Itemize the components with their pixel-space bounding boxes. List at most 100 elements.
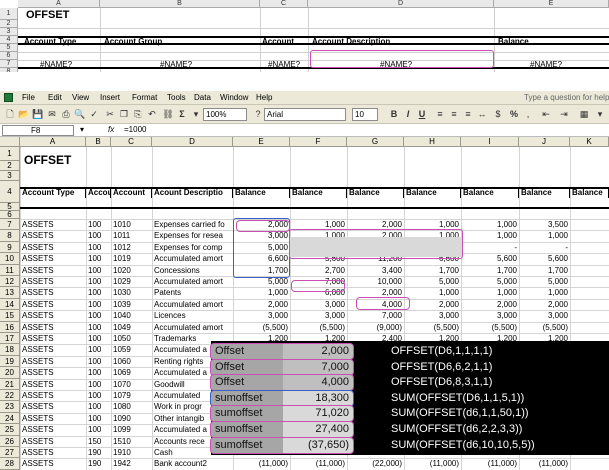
row-header-6[interactable]: 6 [0,211,20,219]
top-error-a[interactable]: #NAME? [40,60,72,69]
col-header-e[interactable]: E [233,137,290,147]
col-header-c[interactable]: C [111,137,152,147]
table-cell[interactable]: ASSETS [20,459,86,469]
menu-format[interactable]: Format [132,93,157,102]
table-cell[interactable]: Bank account2 [152,459,233,469]
row-header-7[interactable]: 7 [0,219,20,231]
dropdown-arrow-icon[interactable]: ▾ [190,108,202,120]
table-cell[interactable]: 3,000 [233,311,290,321]
row-header-23[interactable]: 23 [0,401,20,413]
menu-view[interactable]: View [72,93,89,102]
comma-style-icon[interactable]: , [522,108,534,120]
row-header-21[interactable]: 21 [0,378,20,390]
print-preview-icon[interactable]: 🔍 [74,108,86,120]
dropdown-arrow-icon[interactable]: ▾ [594,108,606,120]
row-header-13[interactable]: 13 [0,287,20,299]
table-cell[interactable]: (11,000) [233,459,290,469]
table-cell[interactable]: 3,000 [519,311,570,321]
table-cell[interactable]: 1,700 [404,266,461,276]
table-cell[interactable]: 3,000 [290,300,347,310]
table-cell[interactable]: 1,000 [404,288,461,298]
col-header-j[interactable]: J [519,137,570,147]
table-cell[interactable]: 100 [86,391,111,401]
row-header-1[interactable]: 1 [0,8,18,20]
row-header-18[interactable]: 18 [0,344,20,356]
col-header-f[interactable]: F [290,137,347,147]
col-header-k[interactable]: K [570,137,609,147]
table-cell[interactable]: ASSETS [20,380,86,390]
table-cell[interactable]: Patents [152,288,233,298]
table-cell[interactable]: 2,000 [233,300,290,310]
merge-center-icon[interactable]: ↔ [476,108,488,120]
table-cell[interactable]: 3,500 [519,220,570,230]
cut-icon[interactable]: ✂ [104,108,116,120]
row-header-22[interactable]: 22 [0,390,20,402]
italic-button[interactable]: I [402,108,414,120]
decrease-indent-icon[interactable]: ⇤ [540,108,552,120]
table-cell[interactable]: 2,000 [404,300,461,310]
menu-data[interactable]: Data [194,93,211,102]
table-cell[interactable]: 1040 [111,311,152,321]
hyperlink-icon[interactable]: ⛓ [162,108,174,120]
row-header-28[interactable]: 28 [0,458,20,470]
table-cell[interactable]: 1,000 [461,220,519,230]
row-header-3[interactable]: 3 [0,28,18,36]
table-cell[interactable]: Expenses for resea [152,231,233,241]
table-cell[interactable]: 1069 [111,368,152,378]
table-cell[interactable]: ASSETS [20,334,86,344]
row-header-11[interactable]: 11 [0,264,20,276]
table-cell[interactable]: (5,500) [290,323,347,333]
table-cell[interactable]: 1,700 [461,266,519,276]
table-cell[interactable]: 1011 [111,231,152,241]
table-cell[interactable]: Accumulated amort [152,254,233,264]
menu-insert[interactable]: Insert [100,93,120,102]
table-cell[interactable]: ASSETS [20,323,86,333]
table-cell[interactable]: 5,000 [404,277,461,287]
borders-icon[interactable]: ▦ [578,108,590,120]
menu-help[interactable]: Help [256,93,272,102]
table-cell[interactable]: 100 [86,243,111,253]
header-cell[interactable]: Account Type [20,188,86,198]
row-header-3[interactable]: 3 [0,171,20,181]
table-cell[interactable]: 3,000 [404,311,461,321]
table-cell[interactable]: 150 [86,437,111,447]
table-cell[interactable]: ASSETS [20,311,86,321]
header-cell[interactable]: Balance [233,188,290,198]
row-header-24[interactable]: 24 [0,412,20,425]
print-icon[interactable]: ⎙ [60,108,72,120]
row-header-10[interactable]: 10 [0,253,20,265]
table-cell[interactable]: 100 [86,414,111,424]
table-cell[interactable]: 1,000 [519,231,570,241]
row-header-8[interactable]: 8 [0,230,20,242]
table-cell[interactable]: 2,000 [519,300,570,310]
table-cell[interactable]: 1070 [111,380,152,390]
table-cell[interactable]: 100 [86,323,111,333]
menu-edit[interactable]: Edit [48,93,62,102]
table-cell[interactable]: 3,000 [290,311,347,321]
table-cell[interactable]: ASSETS [20,345,86,355]
formula-input[interactable]: =1000 [124,125,146,134]
table-cell[interactable]: 1,700 [519,266,570,276]
copy-icon[interactable]: ❐ [118,108,130,120]
table-cell[interactable]: (5,500) [519,323,570,333]
table-cell[interactable]: 10,000 [347,277,404,287]
table-cell[interactable]: ASSETS [20,231,86,241]
table-cell[interactable]: 5,000 [233,277,290,287]
table-cell[interactable]: Expenses for comp [152,243,233,253]
table-cell[interactable]: 1039 [111,300,152,310]
table-cell[interactable]: 3,400 [347,266,404,276]
table-cell[interactable]: 1059 [111,345,152,355]
table-cell[interactable]: ASSETS [20,254,86,264]
table-cell[interactable]: 100 [86,357,111,367]
row-header-6[interactable]: 6 [0,52,18,60]
table-cell[interactable]: Accumulated amort [152,277,233,287]
autosum-icon[interactable]: Σ [176,108,188,120]
table-cell[interactable]: ASSETS [20,448,86,458]
table-cell[interactable]: ASSETS [20,357,86,367]
col-header-e[interactable]: E [494,0,609,8]
header-cell[interactable]: Account [111,188,152,198]
row-header-16[interactable]: 16 [0,321,20,333]
col-header-h[interactable]: H [404,137,461,147]
table-cell[interactable]: 1020 [111,266,152,276]
table-cell[interactable]: 1942 [111,459,152,469]
